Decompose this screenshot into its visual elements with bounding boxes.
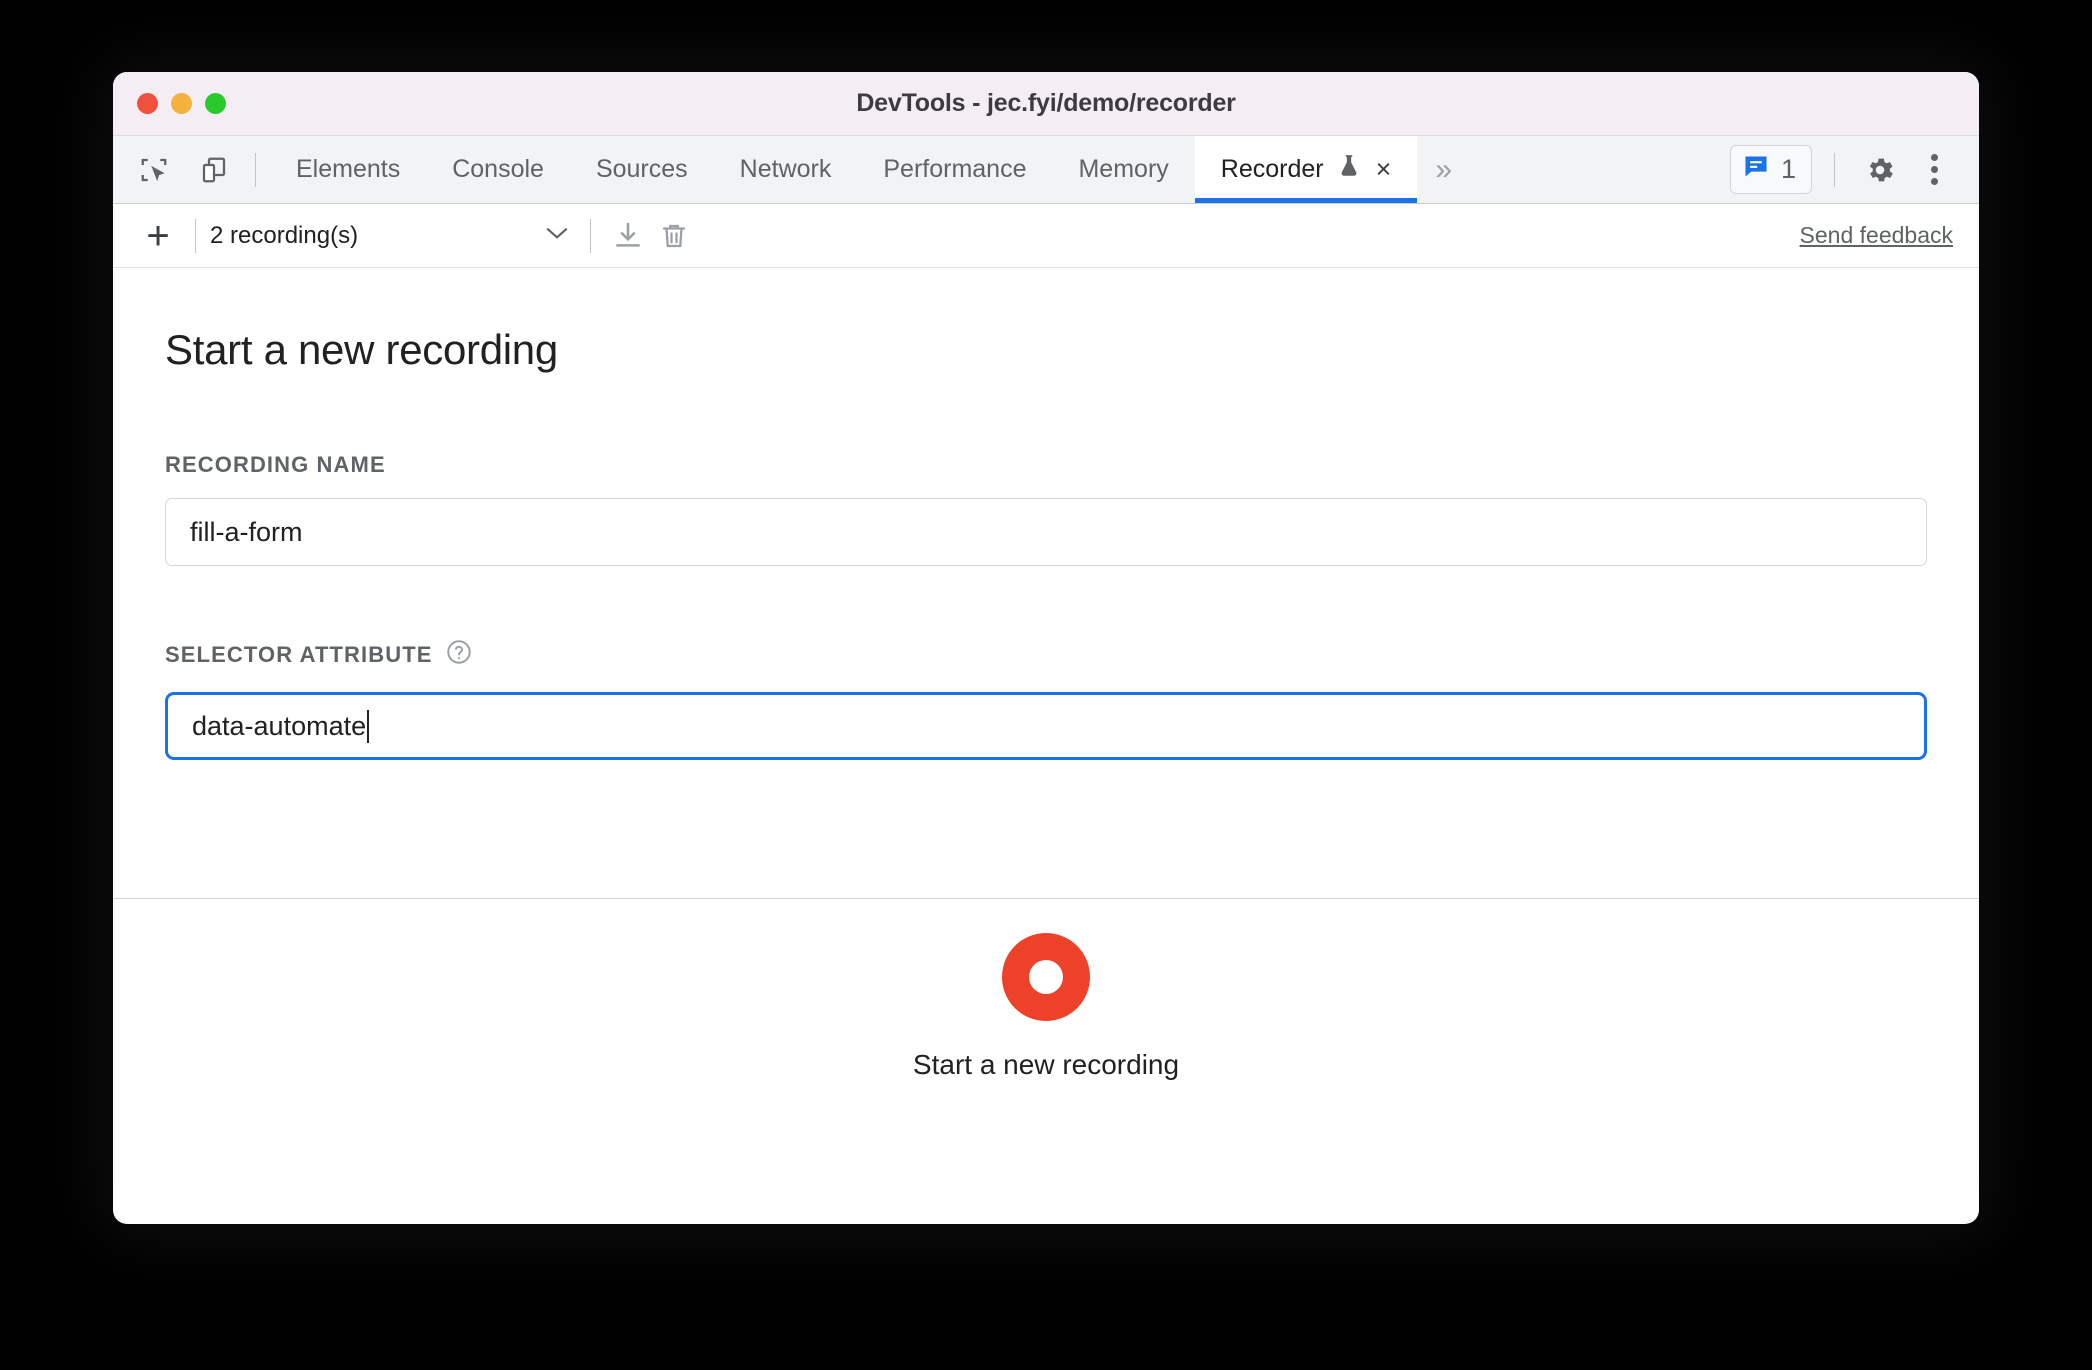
tab-memory[interactable]: Memory: [1052, 136, 1194, 203]
page-title: Start a new recording: [165, 326, 558, 373]
tab-label: Network: [739, 155, 832, 183]
close-icon[interactable]: ×: [1376, 156, 1392, 183]
tab-label: Recorder: [1220, 155, 1324, 183]
tab-network[interactable]: Network: [714, 136, 858, 203]
tab-performance[interactable]: Performance: [857, 136, 1052, 203]
selector-attribute-label: SELECTOR ATTRIBUTE: [165, 638, 1927, 672]
recording-name-input[interactable]: fill-a-form: [165, 498, 1927, 566]
experimental-flask-icon: [1336, 153, 1362, 186]
issues-count: 1: [1780, 154, 1796, 184]
tab-label: Sources: [595, 155, 688, 183]
send-feedback-link[interactable]: Send feedback: [1800, 222, 1953, 249]
toolbar-divider-right: [590, 218, 591, 253]
device-toolbar-icon[interactable]: [191, 147, 237, 193]
issues-message-icon: [1742, 153, 1770, 186]
add-recording-button[interactable]: +: [135, 216, 181, 256]
window-title: DevTools - jec.fyi/demo/recorder: [856, 89, 1236, 117]
recordings-count-label: 2 recording(s): [210, 221, 359, 249]
tab-sources[interactable]: Sources: [570, 136, 714, 203]
tab-label: Memory: [1078, 155, 1169, 183]
recorder-main-content: Start a new recording RECORDING NAME fil…: [113, 268, 1979, 898]
issues-badge[interactable]: 1: [1729, 145, 1812, 194]
tab-label: Performance: [883, 155, 1027, 183]
record-dot-icon: [1029, 960, 1063, 994]
tabstrip-right-controls: 1: [1729, 136, 1957, 203]
start-recording-button[interactable]: [1002, 933, 1090, 1021]
tabstrip-tool-icons: [131, 136, 241, 203]
selector-attribute-input[interactable]: data-automate: [165, 692, 1927, 760]
panel-tabs: Elements Console Sources Network Perform…: [270, 136, 1730, 203]
window-titlebar: DevTools - jec.fyi/demo/recorder: [113, 72, 1979, 136]
devtools-tabstrip: Elements Console Sources Network Perform…: [113, 136, 1979, 204]
kebab-menu-icon[interactable]: [1911, 147, 1957, 193]
tabstrip-divider: [255, 152, 256, 187]
tab-label: Console: [452, 155, 544, 183]
chevron-double-right-icon[interactable]: »: [1417, 136, 1470, 203]
selector-attribute-label-text: SELECTOR ATTRIBUTE: [165, 642, 433, 667]
tab-console[interactable]: Console: [426, 136, 570, 203]
inspect-element-icon[interactable]: [131, 147, 177, 193]
text-caret: [367, 709, 370, 743]
right-controls-divider: [1834, 152, 1835, 187]
toolbar-divider-left: [195, 218, 196, 253]
tab-recorder[interactable]: Recorder ×: [1194, 136, 1418, 203]
recording-name-value: fill-a-form: [190, 516, 303, 547]
tab-label: Elements: [296, 155, 401, 183]
chevron-down-icon: [544, 224, 570, 247]
recording-name-label: RECORDING NAME: [165, 452, 1927, 478]
devtools-window: DevTools - jec.fyi/demo/recorder Element…: [113, 72, 1979, 1224]
gear-icon[interactable]: [1857, 147, 1903, 193]
selector-attribute-value: data-automate: [192, 710, 367, 741]
recorder-toolbar: + 2 recording(s) Send feedback: [113, 204, 1979, 268]
trash-icon[interactable]: [651, 213, 697, 259]
help-question-icon[interactable]: [445, 638, 473, 672]
recordings-dropdown[interactable]: 2 recording(s): [210, 222, 576, 250]
recorder-footer: Start a new recording: [113, 898, 1979, 1115]
download-import-icon[interactable]: [605, 213, 651, 259]
tab-elements[interactable]: Elements: [270, 136, 426, 203]
start-recording-label: Start a new recording: [912, 1049, 1180, 1080]
recording-name-label-text: RECORDING NAME: [165, 452, 386, 477]
